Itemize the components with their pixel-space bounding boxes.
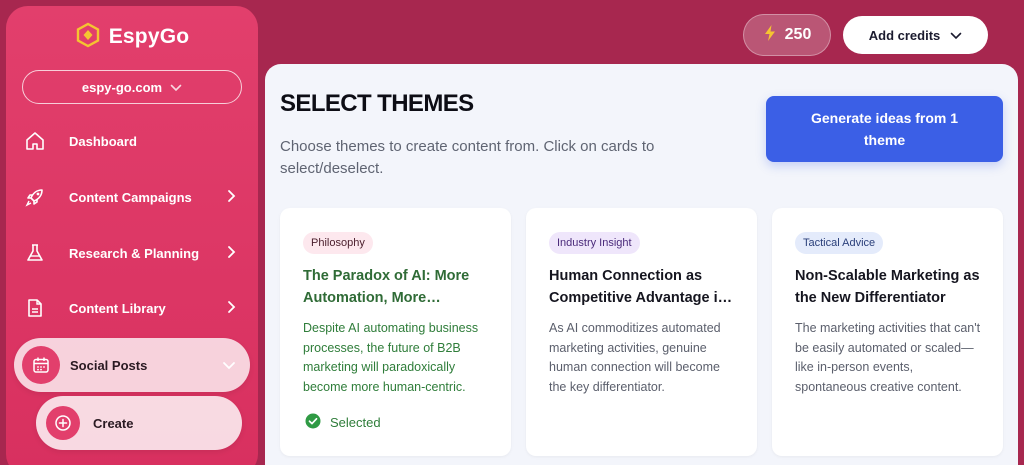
card-description: The marketing activities that can't be e… (795, 321, 981, 394)
lightning-icon (763, 24, 777, 47)
category-badge: Industry Insight (549, 232, 640, 254)
flask-icon (24, 242, 46, 264)
add-credits-button[interactable]: Add credits (843, 16, 988, 54)
chevron-right-icon (227, 189, 236, 206)
chevron-down-icon (170, 80, 182, 95)
generate-ideas-button[interactable]: Generate ideas from 1 theme (766, 96, 1003, 162)
card-title: Non-Scalable Marketing as the New Differ… (795, 268, 980, 306)
rocket-icon (24, 186, 46, 208)
sidebar-item-label: Create (93, 415, 134, 431)
sidebar-item-research-planning[interactable]: Research & Planning (14, 231, 250, 275)
document-icon (24, 297, 46, 319)
domain-select-value: espy-go.com (81, 79, 163, 95)
selected-indicator: Selected (305, 413, 381, 432)
sidebar-item-label: Content Campaigns (69, 189, 192, 205)
sidebar-item-label: Research & Planning (69, 245, 200, 261)
card-title: The Paradox of AI: More Automation, More… (303, 268, 470, 306)
sidebar-item-label: Content Library (69, 300, 166, 316)
chevron-right-icon (227, 300, 236, 317)
sidebar-item-content-campaigns[interactable]: Content Campaigns (14, 175, 250, 219)
category-badge: Tactical Advice (795, 232, 884, 254)
chevron-down-icon (222, 358, 236, 373)
theme-card-philosophy[interactable]: Philosophy The Paradox of AI: More Autom… (280, 208, 511, 456)
card-description: Despite AI automating business processes… (303, 321, 479, 394)
brand-name: EspyGo (108, 25, 190, 48)
theme-card-tactical-advice[interactable]: Tactical Advice Non-Scalable Marketing a… (772, 208, 1003, 456)
credits-badge[interactable]: 250 (743, 14, 831, 56)
add-credits-label: Add credits (868, 27, 941, 43)
chevron-down-icon (950, 28, 962, 43)
page-title: SELECT THEMES (280, 90, 474, 117)
chevron-right-icon (227, 245, 236, 262)
category-badge: Philosophy (303, 232, 373, 254)
main-panel: SELECT THEMES Choose themes to create co… (265, 64, 1018, 465)
sidebar-item-social-posts[interactable]: Social Posts (14, 338, 250, 392)
card-description: As AI commoditizes automated marketing a… (549, 321, 721, 394)
sidebar-item-content-library[interactable]: Content Library (14, 286, 250, 330)
sidebar-item-label: Dashboard (69, 133, 137, 149)
calendar-icon (22, 346, 60, 384)
sidebar-item-dashboard[interactable]: Dashboard (14, 119, 250, 163)
check-circle-icon (305, 413, 321, 432)
sidebar-subitem-create[interactable]: Create (36, 396, 242, 450)
card-title: Human Connection as Competitive Advantag… (549, 268, 727, 306)
credits-value: 250 (784, 26, 812, 43)
espygo-logo-icon (75, 22, 101, 53)
sidebar-item-label: Social Posts (70, 357, 148, 373)
home-icon (24, 130, 46, 152)
selected-label: Selected (330, 415, 381, 430)
page-subtitle: Choose themes to create content from. Cl… (280, 138, 655, 177)
domain-select[interactable]: espy-go.com (22, 70, 242, 104)
brand[interactable]: EspyGo (6, 20, 258, 54)
theme-card-industry-insight[interactable]: Industry Insight Human Connection as Com… (526, 208, 757, 456)
plus-circle-icon (46, 406, 80, 440)
